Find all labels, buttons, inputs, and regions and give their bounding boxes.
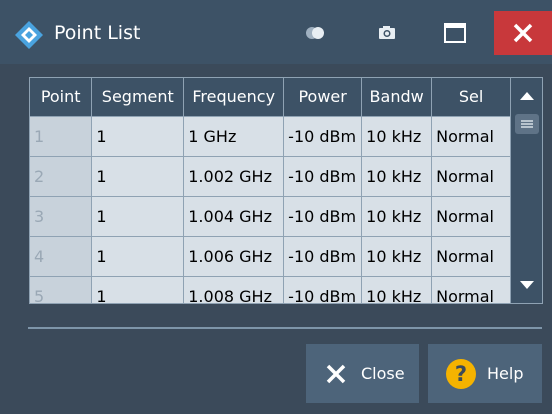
cell-segment[interactable]: 1 <box>91 236 185 277</box>
cell-point: 1 <box>30 116 93 157</box>
cell-frequency[interactable]: 1 GHz <box>183 116 285 157</box>
cell-power[interactable]: -10 dBm <box>283 236 363 277</box>
help-button-label: Help <box>487 364 524 383</box>
cell-power[interactable]: -10 dBm <box>283 196 363 237</box>
table-row[interactable]: 4 1 1.006 GHz -10 dBm 10 kHz Normal <box>30 236 511 277</box>
column-header-point[interactable]: Point <box>30 78 93 117</box>
table-row[interactable]: 2 1 1.002 GHz -10 dBm 10 kHz Normal <box>30 156 511 197</box>
svg-text:?: ? <box>455 362 467 386</box>
cell-segment[interactable]: 1 <box>91 196 185 237</box>
cell-sel[interactable]: Normal <box>431 116 511 157</box>
cell-bandwidth[interactable]: 10 kHz <box>361 276 433 303</box>
table-header-row: Point Segment Frequency Power Bandw Sel <box>30 78 511 117</box>
column-header-sel[interactable]: Sel <box>431 78 511 117</box>
cell-sel[interactable]: Normal <box>431 276 511 303</box>
cell-point: 3 <box>30 196 93 237</box>
help-icon: ? <box>446 358 476 389</box>
cell-bandwidth[interactable]: 10 kHz <box>361 156 433 197</box>
table-row[interactable]: 1 1 1 GHz -10 dBm 10 kHz Normal <box>30 116 511 157</box>
cell-sel[interactable]: Normal <box>431 236 511 277</box>
cell-bandwidth[interactable]: 10 kHz <box>361 196 433 237</box>
column-header-power[interactable]: Power <box>283 78 363 117</box>
window-title: Point List <box>54 22 141 44</box>
column-header-frequency[interactable]: Frequency <box>183 78 285 117</box>
column-header-bandwidth[interactable]: Bandw <box>361 78 433 117</box>
grip-icon <box>521 120 533 128</box>
cell-segment[interactable]: 1 <box>91 156 185 197</box>
toggle-icon[interactable] <box>304 22 326 44</box>
cell-sel[interactable]: Normal <box>431 196 511 237</box>
window-close-button[interactable] <box>494 11 552 55</box>
table-row[interactable]: 3 1 1.004 GHz -10 dBm 10 kHz Normal <box>30 196 511 237</box>
scroll-down-arrow-icon[interactable] <box>519 279 535 291</box>
maximize-icon[interactable] <box>443 22 467 44</box>
close-icon <box>513 23 533 43</box>
cell-power[interactable]: -10 dBm <box>283 116 363 157</box>
help-button[interactable]: ? Help <box>428 344 542 403</box>
cell-point: 4 <box>30 236 93 277</box>
close-button-label: Close <box>361 364 405 383</box>
point-list-table[interactable]: Point Segment Frequency Power Bandw Sel … <box>29 77 543 304</box>
cell-point: 5 <box>30 276 93 303</box>
divider <box>28 327 542 329</box>
close-button[interactable]: Close <box>306 344 419 403</box>
cell-segment[interactable]: 1 <box>91 116 185 157</box>
cell-power[interactable]: -10 dBm <box>283 156 363 197</box>
cell-frequency[interactable]: 1.004 GHz <box>183 196 285 237</box>
cell-point: 2 <box>30 156 93 197</box>
title-bar: Point List <box>0 0 552 64</box>
cell-power[interactable]: -10 dBm <box>283 276 363 303</box>
cell-frequency[interactable]: 1.008 GHz <box>183 276 285 303</box>
close-icon <box>326 364 346 383</box>
scroll-up-arrow-icon[interactable] <box>519 90 535 102</box>
vertical-scrollbar[interactable] <box>511 78 542 303</box>
table-row[interactable]: 5 1 1.008 GHz -10 dBm 10 kHz Normal <box>30 276 511 303</box>
rs-logo-icon <box>15 21 43 49</box>
cell-bandwidth[interactable]: 10 kHz <box>361 116 433 157</box>
cell-frequency[interactable]: 1.002 GHz <box>183 156 285 197</box>
cell-segment[interactable]: 1 <box>91 276 185 303</box>
cell-bandwidth[interactable]: 10 kHz <box>361 236 433 277</box>
cell-sel[interactable]: Normal <box>431 156 511 197</box>
scroll-thumb[interactable] <box>515 114 539 134</box>
camera-icon[interactable] <box>376 22 398 44</box>
cell-frequency[interactable]: 1.006 GHz <box>183 236 285 277</box>
column-header-segment[interactable]: Segment <box>91 78 185 117</box>
